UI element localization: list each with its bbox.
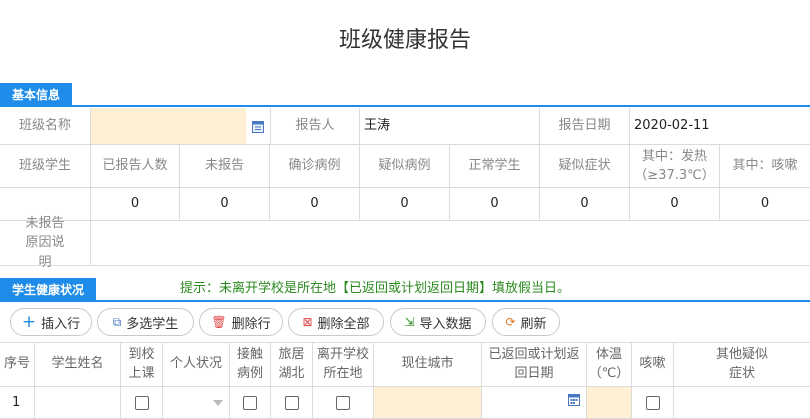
- stat-value-symptoms: 0: [540, 188, 630, 221]
- col-temperature: 体温（℃）: [587, 342, 632, 387]
- report-date-label: 报告日期: [540, 108, 630, 145]
- basic-info-tab: 基本信息: [0, 83, 73, 107]
- unreported-reason-input[interactable]: [91, 221, 810, 266]
- stat-value-confirmed: 0: [270, 188, 360, 221]
- stat-header-suspected: 疑似病例: [360, 145, 450, 188]
- page-title: 班级健康报告: [338, 28, 471, 53]
- insert-row-label: 插入行: [41, 316, 81, 332]
- stat-value-cough: 0: [720, 188, 810, 221]
- stat-header-confirmed: 确诊病例: [270, 145, 360, 188]
- reporter-label: 报告人: [271, 108, 360, 145]
- refresh-label: 刷新: [520, 316, 547, 332]
- report-date-value[interactable]: 2020-02-11: [630, 108, 810, 145]
- multi-select-icon: ⧉: [112, 314, 122, 329]
- row-attend-school-checkbox[interactable]: [121, 387, 163, 419]
- row-left-school-checkbox[interactable]: [313, 387, 374, 419]
- checkbox-icon: [243, 395, 257, 410]
- stat-header-reported: 已报告人数: [91, 145, 180, 188]
- calendar-icon[interactable]: [246, 108, 271, 145]
- class-name-label: 班级名称: [0, 108, 91, 145]
- insert-row-button[interactable]: + 插入行: [10, 308, 92, 336]
- row-hubei-stay-checkbox[interactable]: [271, 387, 313, 419]
- checkbox-icon: [645, 395, 660, 410]
- col-attend-school: 到校上课: [121, 342, 163, 387]
- refresh-icon: ⟳: [505, 315, 516, 329]
- student-health-header: 学生健康状况 提示：未离开学校是所在地【已返回或计划返回日期】填放假当日。: [0, 276, 810, 302]
- col-personal-status: 个人状况: [163, 342, 230, 387]
- calendar-icon[interactable]: [568, 393, 580, 413]
- class-name-input[interactable]: [91, 108, 246, 145]
- chevron-down-icon: [213, 399, 223, 406]
- basic-info-header: 基本信息: [0, 81, 810, 107]
- row-student-name-input[interactable]: [35, 387, 121, 419]
- stat-value-reported: 0: [91, 188, 180, 221]
- multi-select-button[interactable]: ⧉ 多选学生: [97, 308, 194, 336]
- stat-value-fever: 0: [630, 188, 720, 221]
- checkbox-icon: [336, 395, 350, 410]
- reporter-value[interactable]: 王涛: [360, 108, 540, 145]
- import-icon: ⇲: [404, 315, 415, 329]
- row-index: 1: [0, 387, 35, 419]
- col-contact-case: 接触病例: [230, 342, 271, 387]
- row-return-date-input[interactable]: [482, 387, 587, 419]
- trash-icon: 🗑: [211, 315, 227, 329]
- refresh-button[interactable]: ⟳ 刷新: [492, 308, 560, 336]
- multi-select-label: 多选学生: [126, 316, 179, 332]
- row-personal-status-select[interactable]: [163, 387, 230, 419]
- delete-all-button[interactable]: ⊠ 删除全部: [288, 308, 384, 336]
- col-student-name: 学生姓名: [35, 342, 121, 387]
- col-cough: 咳嗽: [632, 342, 674, 387]
- delete-row-button[interactable]: 🗑 删除行: [199, 308, 283, 336]
- stat-value-unreported: 0: [180, 188, 270, 221]
- import-data-label: 导入数据: [419, 316, 472, 332]
- col-current-city: 现住城市: [374, 342, 482, 387]
- row-other-symptoms-input[interactable]: [674, 387, 810, 419]
- stat-header-fever: 其中：发热（≥37.3℃）: [630, 145, 720, 188]
- stat-header-normal: 正常学生: [450, 145, 540, 188]
- col-hubei-stay: 旅居湖北: [271, 342, 313, 387]
- stat-value-suspected: 0: [360, 188, 450, 221]
- col-index: 序号: [0, 342, 35, 387]
- plus-icon: +: [21, 312, 37, 332]
- row-current-city-input[interactable]: [374, 387, 482, 419]
- col-left-school-location: 离开学校所在地: [313, 342, 374, 387]
- stat-header-cough: 其中：咳嗽: [720, 145, 810, 188]
- col-return-date: 已返回或计划返回日期: [482, 342, 587, 387]
- health-toolbar: + 插入行 ⧉ 多选学生 🗑 删除行 ⊠ 删除全部 ⇲ 导入数据 ⟳ 刷新: [0, 302, 810, 343]
- class-students-label: 班级学生: [0, 145, 91, 188]
- row-contact-case-checkbox[interactable]: [230, 387, 271, 419]
- checkbox-icon: [284, 395, 299, 410]
- student-health-tab: 学生健康状况: [0, 278, 97, 302]
- delete-all-label: 删除全部: [317, 316, 370, 332]
- stat-header-unreported: 未报告: [180, 145, 270, 188]
- delete-all-icon: ⊠: [302, 315, 313, 329]
- import-data-button[interactable]: ⇲ 导入数据: [390, 308, 486, 336]
- stat-value-normal: 0: [450, 188, 540, 221]
- stat-header-symptoms: 疑似症状: [540, 145, 630, 188]
- row-cough-checkbox[interactable]: [632, 387, 674, 419]
- hint-text: 提示：未离开学校是所在地【已返回或计划返回日期】填放假当日。: [180, 281, 571, 296]
- delete-row-label: 删除行: [231, 316, 271, 332]
- col-other-symptoms: 其他疑似症状: [674, 342, 810, 387]
- row-temperature-input[interactable]: [587, 387, 632, 419]
- unreported-reason-label: 未报告原因说明: [0, 216, 91, 270]
- checkbox-icon: [134, 395, 149, 410]
